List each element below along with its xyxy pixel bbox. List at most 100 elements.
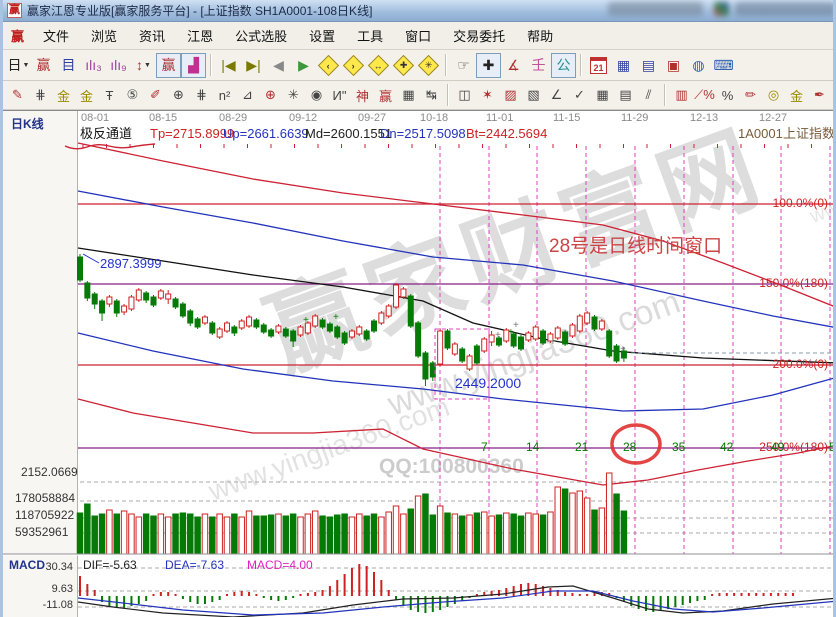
candle-body [92, 294, 97, 304]
percent-line-icon[interactable]: ⟋% [693, 84, 716, 107]
gold-fence-2-icon[interactable]: 金 [75, 84, 98, 107]
gann-diamond-star-icon[interactable]: ✳ [416, 53, 441, 78]
gann-ren-icon[interactable]: 壬 [526, 53, 551, 78]
info-document-icon[interactable]: 目 [56, 53, 81, 78]
save-icon[interactable]: ▣ [661, 53, 686, 78]
grid-arrow-icon[interactable]: ▤ [614, 84, 637, 107]
gold-fence-1-icon[interactable]: 金 [52, 84, 75, 107]
slashes-icon[interactable]: ⫽ [637, 84, 660, 107]
gann-diamond-right-icon[interactable]: › [341, 53, 366, 78]
minutes-9-icon[interactable]: ılı₉ [106, 53, 131, 78]
menu-item-8[interactable]: 窗口 [394, 23, 442, 48]
width-arrows-icon[interactable]: ↹ [420, 84, 443, 107]
chart-bars-icon[interactable]: ▥ [670, 84, 693, 107]
candle-body [85, 283, 90, 298]
percent-icon[interactable]: % [716, 84, 739, 107]
win-grid-icon[interactable]: 赢 [374, 84, 397, 107]
pencil-line-icon[interactable]: ✏ [739, 84, 762, 107]
dark-box-icon[interactable]: ▧ [522, 84, 545, 107]
check-line-icon[interactable]: ✓ [568, 84, 591, 107]
volume-bar [165, 517, 171, 554]
shen-grid-icon[interactable]: 神 [351, 84, 374, 107]
fence-2-icon[interactable]: ⋕ [190, 84, 213, 107]
menu-item-3[interactable]: 资讯 [128, 23, 176, 48]
menu-item-9[interactable]: 交易委托 [442, 23, 516, 48]
volume-bar [349, 517, 355, 554]
candle-style-button[interactable]: ↕▼ [131, 53, 156, 78]
volume-bar [357, 514, 363, 554]
volume-bar [474, 513, 480, 554]
menu-item-2[interactable]: 浏览 [80, 23, 128, 48]
first-bar-button[interactable]: |◀ [216, 53, 241, 78]
gold-bars-icon[interactable]: 金 [785, 84, 808, 107]
globe-disk-icon[interactable]: ◍ [686, 53, 711, 78]
f-fence-icon[interactable]: Ŧ [98, 84, 121, 107]
date-label-2: 08-15 [149, 113, 177, 124]
shaded-box-icon[interactable]: ▨ [499, 84, 522, 107]
volume-bar [467, 515, 473, 554]
gold-coin-icon[interactable]: ◎ [762, 84, 785, 107]
menu-item-4[interactable]: 江恩 [176, 23, 224, 48]
indicator-value-4: Dn=2517.5098 [380, 127, 466, 140]
volume-bar [129, 514, 135, 554]
matrix-icon[interactable]: ▦ [397, 84, 420, 107]
candle-body [599, 321, 604, 329]
chart-type-candle-button[interactable]: 日▼ [6, 53, 31, 78]
grid-dark-icon[interactable]: ▦ [591, 84, 614, 107]
volume-histogram-icon[interactable]: ▟ [181, 53, 206, 78]
title-bar[interactable]: 赢 赢家江恩专业版[赢家服务平台] - [上证指数 SH1A0001-108日K… [3, 0, 833, 22]
next-bar-button[interactable]: ▶ [291, 53, 316, 78]
pen-tool-icon[interactable]: ✎ [6, 84, 29, 107]
calendar-21-icon[interactable]: 21 [586, 53, 611, 78]
spiral-5-icon[interactable]: ⑤ [121, 84, 144, 107]
time-number-7: 7 [481, 441, 488, 453]
winner-analysis-icon[interactable]: 赢 [156, 53, 181, 78]
crosshair-tool-icon[interactable]: ✚ [476, 53, 501, 78]
last-bar-button[interactable]: ▶| [241, 53, 266, 78]
notepad-icon[interactable]: ▤ [636, 53, 661, 78]
network-pc-icon[interactable]: ⌨ [711, 53, 736, 78]
winner-stamp-icon[interactable]: 赢 [31, 53, 56, 78]
formula-icon[interactable]: 公 [551, 53, 576, 78]
compass-star-icon[interactable]: ✳ [282, 84, 305, 107]
rays-icon[interactable]: ✶ [476, 84, 499, 107]
gann-diamond-both-icon[interactable]: ↔ [366, 53, 391, 78]
candle-body [563, 332, 568, 344]
menu-item-1[interactable]: 文件 [32, 23, 80, 48]
menu-item-7[interactable]: 工具 [346, 23, 394, 48]
pen-red-icon[interactable]: ✐ [144, 84, 167, 107]
macd-value: MACD=4.00 [247, 559, 313, 571]
target-icon[interactable]: ◉ [305, 84, 328, 107]
clock-fence-icon[interactable]: ⊕ [167, 84, 190, 107]
compass-red-icon[interactable]: ⊕ [259, 84, 282, 107]
menu-item-5[interactable]: 公式选股 [224, 23, 298, 48]
macd-dif-value: DIF=-5.63 [83, 559, 137, 571]
volume-bar [232, 514, 238, 554]
flag-icon[interactable]: ⊿ [236, 84, 259, 107]
angle-tool-icon[interactable]: ∡ [501, 53, 526, 78]
volume-bar [577, 491, 583, 554]
volume-bar [570, 493, 576, 554]
calculator-icon[interactable]: ▦ [611, 53, 636, 78]
toolbar-drawing: ✎⋕金金Ŧ⑤✐⊕⋕n²⊿⊕✳◉И"神赢▦↹◫✶▨▧∠✓▦▤⫽▥⟋%%✏◎金✒ [3, 81, 833, 110]
menu-item-10[interactable]: 帮助 [516, 23, 564, 48]
candle-body [467, 356, 472, 369]
minutes-3-icon[interactable]: ılı₃ [81, 53, 106, 78]
gann-diamond-cross-icon[interactable]: ✚ [391, 53, 416, 78]
angle-line-icon[interactable]: ∠ [545, 84, 568, 107]
brush-icon[interactable]: ✒ [808, 84, 831, 107]
n-square-icon[interactable]: n² [213, 84, 236, 107]
prev-bar-button[interactable]: ◀ [266, 53, 291, 78]
i-quote-icon[interactable]: И" [328, 84, 351, 107]
hand-tool-icon[interactable]: ☞ [451, 53, 476, 78]
volume-bar [210, 517, 216, 554]
candle-body [136, 290, 141, 300]
gann-diamond-left-icon[interactable]: ‹ [316, 53, 341, 78]
price-chart-canvas[interactable]: 赢家财富网www.yingjia360.comwww.yingjia360.co… [3, 111, 836, 617]
candle-body [577, 316, 582, 331]
grid-fence-icon[interactable]: ⋕ [29, 84, 52, 107]
candle-body [320, 320, 325, 327]
volume-bar [445, 513, 451, 554]
box-plus-icon[interactable]: ◫ [453, 84, 476, 107]
menu-item-6[interactable]: 设置 [298, 23, 346, 48]
